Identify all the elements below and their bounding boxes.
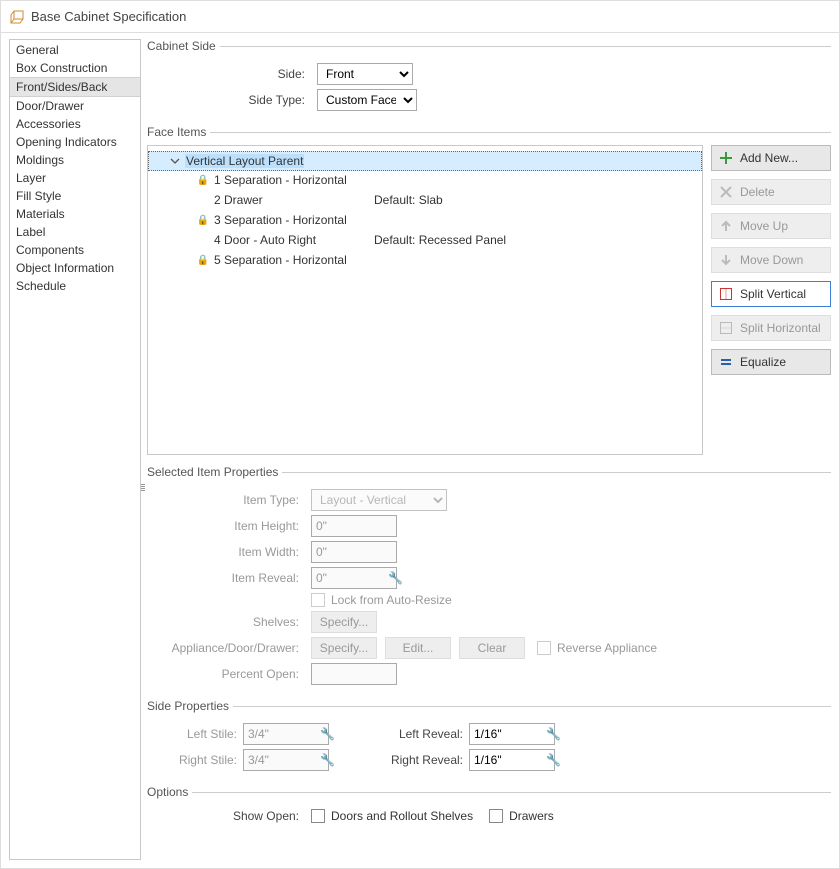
split-horizontal-icon [718,321,734,335]
cabinet-side-group: Cabinet Side Side: Front Side Type: Cust… [147,39,831,115]
item-type-label: Item Type: [147,493,311,507]
add-new-button[interactable]: Add New... [711,145,831,171]
lock-icon: 🔒 [196,235,210,246]
tree-row-root[interactable]: Vertical Layout Parent [148,151,702,171]
shelves-specify-button: Specify... [311,611,377,633]
doors-label: Doors and Rollout Shelves [331,809,473,823]
tree-row[interactable]: 🔒 4 Door - Auto Right Default: Recessed … [148,230,702,250]
sidebar-item-fill-style[interactable]: Fill Style [10,187,140,205]
sidebar-item-materials[interactable]: Materials [10,205,140,223]
face-items-legend: Face Items [147,125,210,139]
wrench-icon: 🔧 [320,753,335,767]
lock-auto-resize-checkbox [311,593,325,607]
face-items-group: Face Items Vertical Layout Parent 🔒 1 Se… [147,125,831,455]
split-vertical-button[interactable]: Split Vertical [711,281,831,307]
side-type-select[interactable]: Custom Face [317,89,417,111]
lock-icon: 🔒 [196,175,210,186]
side-label: Side: [147,67,317,81]
left-stile-label: Left Stile: [147,727,243,741]
category-sidebar: General Box Construction Front/Sides/Bac… [9,39,141,860]
arrow-up-icon [718,219,734,233]
side-properties-legend: Side Properties [147,699,233,713]
show-open-label: Show Open: [147,809,311,823]
sidebar-item-door-drawer[interactable]: Door/Drawer [10,97,140,115]
delete-icon [718,185,734,199]
options-group: Options Show Open: Doors and Rollout She… [147,785,831,827]
options-legend: Options [147,785,192,799]
splitter-handle[interactable] [139,481,147,493]
wrench-icon[interactable]: 🔧 [546,727,561,741]
selected-item-properties-group: Selected Item Properties Item Type: Layo… [147,465,831,689]
item-type-select: Layout - Vertical [311,489,447,511]
arrow-down-icon [718,253,734,267]
delete-button: Delete [711,179,831,205]
window-title: Base Cabinet Specification [31,9,186,24]
lock-icon: 🔒 [196,195,210,206]
sidebar-item-object-information[interactable]: Object Information [10,259,140,277]
reverse-appliance-label: Reverse Appliance [557,641,657,655]
item-reveal-input [311,567,397,589]
titlebar: Base Cabinet Specification [1,1,839,33]
wrench-icon: 🔧 [388,571,403,585]
lock-auto-resize-label: Lock from Auto-Resize [331,593,452,607]
move-down-button: Move Down [711,247,831,273]
drawers-checkbox[interactable] [489,809,503,823]
appliance-clear-button: Clear [459,637,525,659]
move-up-button: Move Up [711,213,831,239]
appliance-specify-button: Specify... [311,637,377,659]
split-vertical-icon [718,287,734,301]
item-width-label: Item Width: [147,545,311,559]
side-type-label: Side Type: [147,93,317,107]
sidebar-item-layer[interactable]: Layer [10,169,140,187]
sidebar-item-box-construction[interactable]: Box Construction [10,59,140,77]
doors-checkbox[interactable] [311,809,325,823]
cabinet-side-legend: Cabinet Side [147,39,220,53]
wrench-icon: 🔧 [320,727,335,741]
right-reveal-input[interactable] [469,749,555,771]
percent-open-input [311,663,397,685]
shelves-label: Shelves: [147,615,311,629]
equalize-button[interactable]: Equalize [711,349,831,375]
side-properties-group: Side Properties Left Stile: 🔧 Left Revea… [147,699,831,775]
split-horizontal-button: Split Horizontal [711,315,831,341]
plus-icon [718,151,734,165]
cabinet-icon [9,9,25,25]
left-reveal-input[interactable] [469,723,555,745]
disclosure-icon[interactable] [169,155,181,167]
lock-icon: 🔒 [196,215,210,226]
tree-row[interactable]: 🔒 3 Separation - Horizontal [148,210,702,230]
appliance-label: Appliance/Door/Drawer: [147,641,311,655]
left-reveal-label: Left Reveal: [339,727,469,741]
sidebar-item-accessories[interactable]: Accessories [10,115,140,133]
sidebar-item-components[interactable]: Components [10,241,140,259]
item-height-label: Item Height: [147,519,311,533]
side-select[interactable]: Front [317,63,413,85]
percent-open-label: Percent Open: [147,667,311,681]
sidebar-item-opening-indicators[interactable]: Opening Indicators [10,133,140,151]
reverse-appliance-checkbox [537,641,551,655]
sidebar-item-general[interactable]: General [10,41,140,59]
sidebar-item-moldings[interactable]: Moldings [10,151,140,169]
sidebar-item-label[interactable]: Label [10,223,140,241]
item-width-input [311,541,397,563]
right-stile-input [243,749,329,771]
sidebar-item-front-sides-back[interactable]: Front/Sides/Back [10,77,140,97]
selected-properties-legend: Selected Item Properties [147,465,282,479]
equalize-icon [718,355,734,369]
tree-row[interactable]: 🔒 2 Drawer Default: Slab [148,190,702,210]
drawers-label: Drawers [509,809,554,823]
item-reveal-label: Item Reveal: [147,571,311,585]
lock-icon: 🔒 [196,255,210,266]
right-stile-label: Right Stile: [147,753,243,767]
wrench-icon[interactable]: 🔧 [546,753,561,767]
right-reveal-label: Right Reveal: [339,753,469,767]
sidebar-item-schedule[interactable]: Schedule [10,277,140,295]
face-items-tree[interactable]: Vertical Layout Parent 🔒 1 Separation - … [147,145,703,455]
tree-row[interactable]: 🔒 1 Separation - Horizontal [148,170,702,190]
left-stile-input [243,723,329,745]
tree-row[interactable]: 🔒 5 Separation - Horizontal [148,250,702,270]
appliance-edit-button: Edit... [385,637,451,659]
item-height-input [311,515,397,537]
